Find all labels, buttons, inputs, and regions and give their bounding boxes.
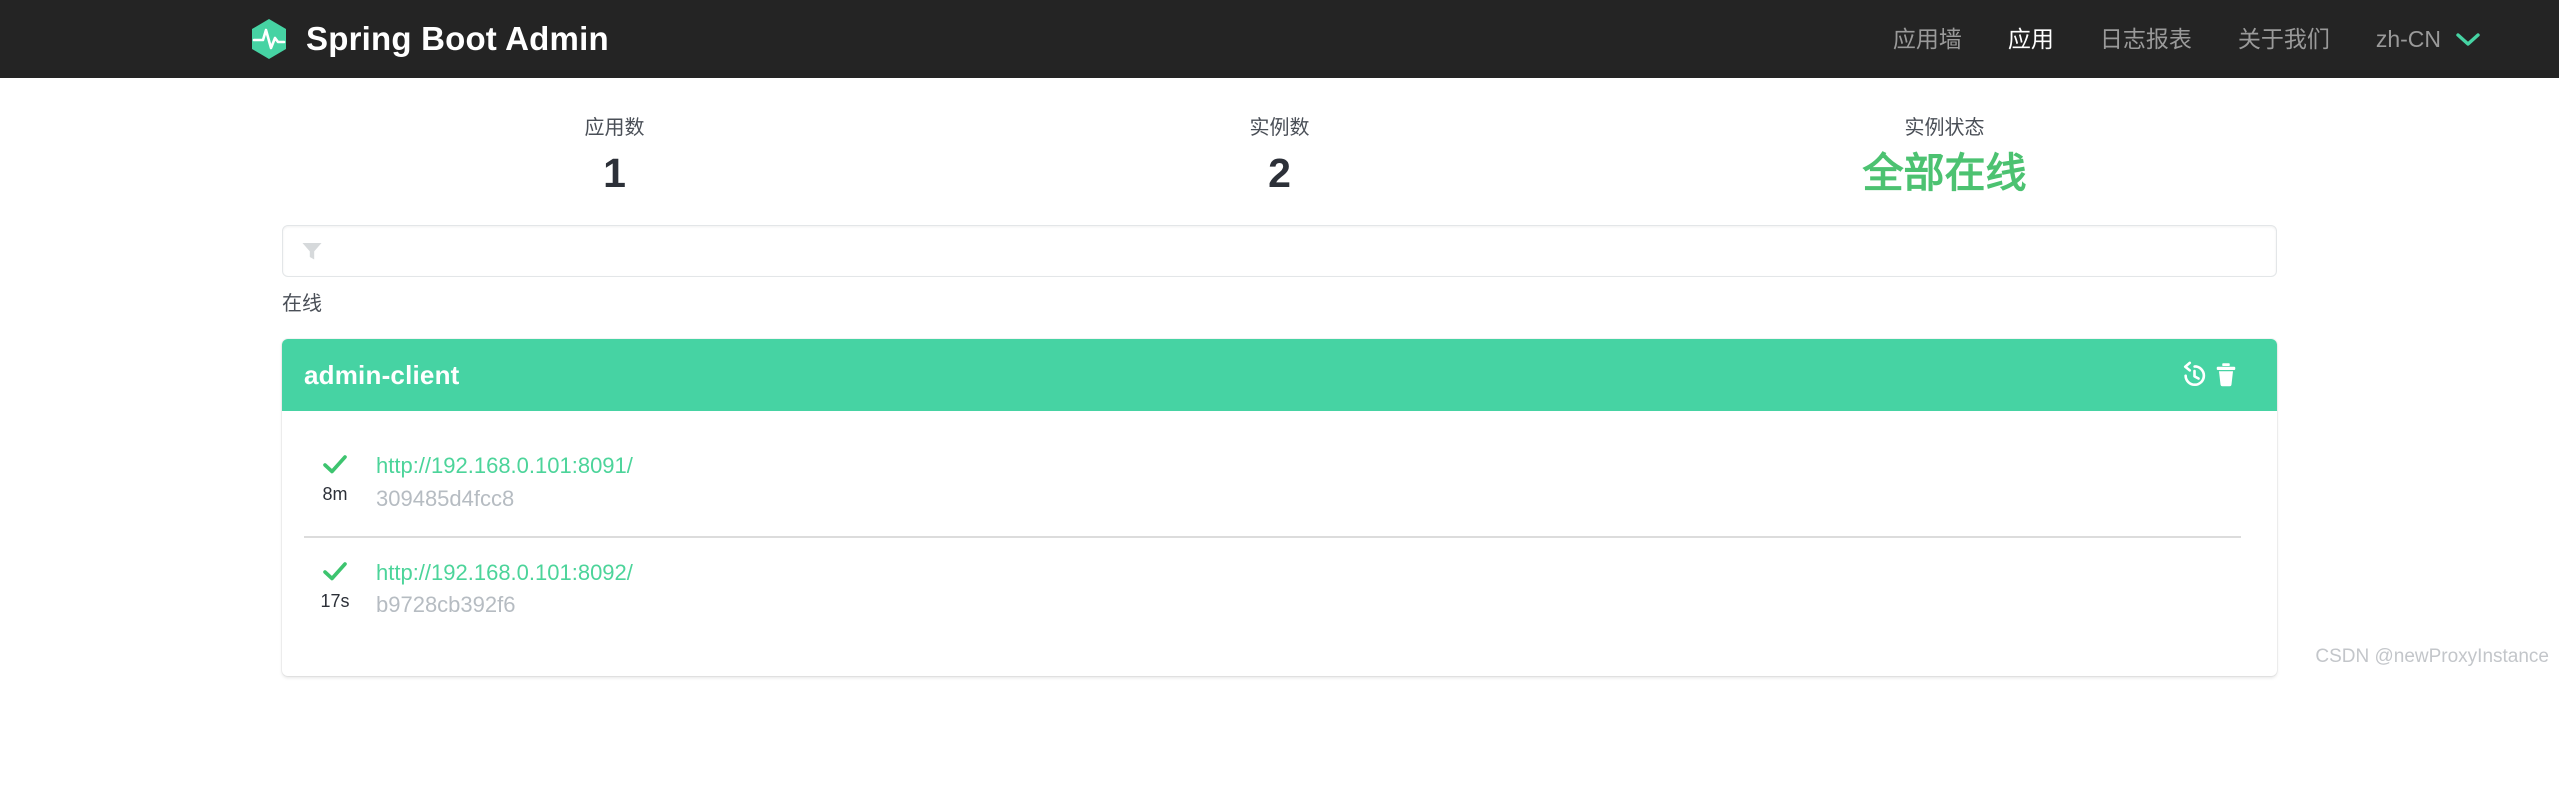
application-card: admin-client 8m http://192.168.0.101:809… <box>282 339 2277 676</box>
instance-uptime: 17s <box>320 590 350 611</box>
instance-uptime: 8m <box>322 484 348 505</box>
instance-row[interactable]: 8m http://192.168.0.101:8091/ 309485d4fc… <box>304 431 2241 535</box>
instance-id: 309485d4fcc8 <box>376 485 515 511</box>
application-card-body: 8m http://192.168.0.101:8091/ 309485d4fc… <box>282 411 2277 676</box>
stat-instance-status: 实例状态 全部在线 <box>1612 114 2277 197</box>
top-navbar: Spring Boot Admin 应用墙 应用 日志报表 关于我们 zh-CN <box>0 0 2559 78</box>
heartbeat-hexagon-logo-icon <box>250 18 288 60</box>
nav-links: 应用墙 应用 日志报表 关于我们 zh-CN <box>1893 26 2481 53</box>
filter-input[interactable] <box>282 225 2277 278</box>
stat-label: 应用数 <box>584 117 645 139</box>
instance-info: http://192.168.0.101:8092/ b9728cb392f6 <box>366 558 633 620</box>
brand[interactable]: Spring Boot Admin <box>250 18 609 60</box>
filter-control <box>282 225 2277 278</box>
check-icon <box>322 455 348 479</box>
stat-instance-count: 实例数 2 <box>947 114 1612 197</box>
filter-status-label: 在线 <box>282 293 322 316</box>
brand-title: Spring Boot Admin <box>306 20 609 57</box>
stat-label: 实例状态 <box>1904 117 1985 139</box>
instance-row[interactable]: 17s http://192.168.0.101:8092/ b9728cb39… <box>304 535 2241 642</box>
history-restore-icon[interactable] <box>2179 360 2209 390</box>
instance-status: 17s <box>304 558 366 612</box>
watermark: CSDN @newProxyInstance <box>2315 645 2549 667</box>
nav-item-application-wall[interactable]: 应用墙 <box>1893 27 1962 51</box>
stat-value: 1 <box>603 150 626 196</box>
stat-application-count: 应用数 1 <box>282 114 947 197</box>
filter-section: 在线 <box>282 225 2277 317</box>
language-selector[interactable]: zh-CN <box>2376 26 2481 53</box>
stat-value: 全部在线 <box>1862 150 2027 196</box>
instance-url-link[interactable]: http://192.168.0.101:8091/ <box>376 451 633 481</box>
instance-info: http://192.168.0.101:8091/ 309485d4fcc8 <box>366 451 633 513</box>
stat-label: 实例数 <box>1249 117 1310 139</box>
instance-status: 8m <box>304 451 366 505</box>
trash-delete-icon[interactable] <box>2211 360 2241 390</box>
application-card-actions <box>2179 360 2241 390</box>
nav-item-journal[interactable]: 日志报表 <box>2100 27 2192 51</box>
stat-value: 2 <box>1268 150 1291 196</box>
application-card-header[interactable]: admin-client <box>282 339 2277 412</box>
chevron-down-icon <box>2455 31 2481 47</box>
instance-url-link[interactable]: http://192.168.0.101:8092/ <box>376 558 633 588</box>
stats-row: 应用数 1 实例数 2 实例状态 全部在线 <box>282 78 2277 197</box>
language-label: zh-CN <box>2375 25 2441 52</box>
check-icon <box>322 561 348 586</box>
page-body: 应用数 1 实例数 2 实例状态 全部在线 在线 admin-client 8m… <box>0 78 2559 676</box>
nav-item-about[interactable]: 关于我们 <box>2238 27 2330 51</box>
application-name: admin-client <box>304 359 460 390</box>
nav-item-applications[interactable]: 应用 <box>2008 27 2054 51</box>
instance-id: b9728cb392f6 <box>376 592 516 618</box>
